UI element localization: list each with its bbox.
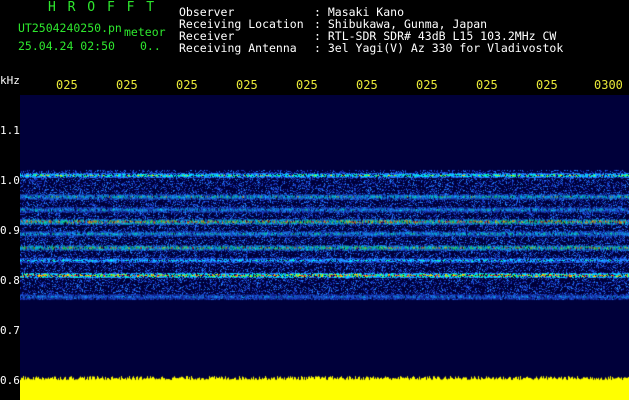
y-tick-label: 0.8 xyxy=(0,274,20,287)
antenna-label: Receiving Antenna xyxy=(179,41,297,55)
meteor-label: meteor xyxy=(124,25,166,39)
time-label: 025 xyxy=(116,78,138,92)
y-tick-label: 0.6 xyxy=(0,374,20,387)
time-label: 0300 xyxy=(594,78,623,92)
time-label: 025 xyxy=(176,78,198,92)
y-tick-label: 1.1 xyxy=(0,124,20,137)
time-label: 025 xyxy=(56,78,78,92)
y-tick-label: 0.7 xyxy=(0,324,20,337)
datetime: 25.04.24 02:50 xyxy=(18,39,115,53)
spectrogram-plot xyxy=(20,95,629,400)
station-title: H R O F F T xyxy=(48,0,157,15)
time-label: 025 xyxy=(476,78,498,92)
time-label: 025 xyxy=(356,78,378,92)
time-label: 025 xyxy=(236,78,258,92)
time-label: 025 xyxy=(416,78,438,92)
time-axis: 025 025 025 025 025 025 025 025 025 0300 xyxy=(0,78,629,94)
meteor-count: 0.. xyxy=(140,39,161,53)
time-label: 025 xyxy=(296,78,318,92)
y-tick-label: 0.9 xyxy=(0,224,20,237)
y-axis-unit: kHz xyxy=(0,74,20,87)
file-name: UT2504240250.pn xyxy=(18,21,122,35)
spectrogram-canvas xyxy=(20,95,629,400)
antenna-value: : 3el Yagi(V) Az 330 for Vladivostok xyxy=(314,41,564,55)
time-label: 025 xyxy=(536,78,558,92)
y-tick-label: 1.0 xyxy=(0,174,20,187)
header: H R O F F T UT2504240250.pn meteor 25.04… xyxy=(0,0,629,72)
